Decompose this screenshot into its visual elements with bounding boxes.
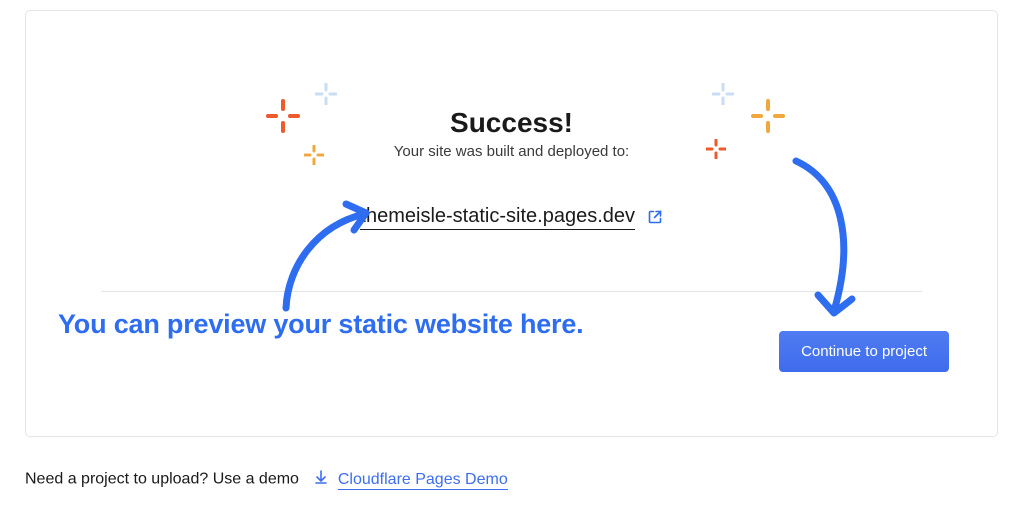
- success-title: Success!: [26, 107, 997, 139]
- external-link-icon[interactable]: [647, 209, 663, 225]
- footer-demo-row: Need a project to upload? Use a demo Clo…: [25, 469, 508, 490]
- annotation-preview-hint: You can preview your static website here…: [58, 309, 584, 340]
- sparkle-icon: [315, 83, 337, 105]
- success-subtitle: Your site was built and deployed to:: [26, 143, 997, 160]
- deployed-url-row: themeisle-static-site.pages.dev: [26, 205, 997, 228]
- download-icon: [313, 469, 329, 490]
- cloudflare-pages-demo-link[interactable]: Cloudflare Pages Demo: [338, 471, 508, 490]
- deployed-url-link[interactable]: themeisle-static-site.pages.dev: [360, 205, 635, 230]
- success-card: Success! Your site was built and deploye…: [25, 10, 998, 437]
- arrow-annotation-icon: [784, 153, 884, 333]
- footer-prompt: Need a project to upload? Use a demo: [25, 471, 299, 488]
- divider: [101, 291, 922, 292]
- sparkle-icon: [712, 83, 734, 105]
- continue-to-project-button[interactable]: Continue to project: [779, 331, 949, 372]
